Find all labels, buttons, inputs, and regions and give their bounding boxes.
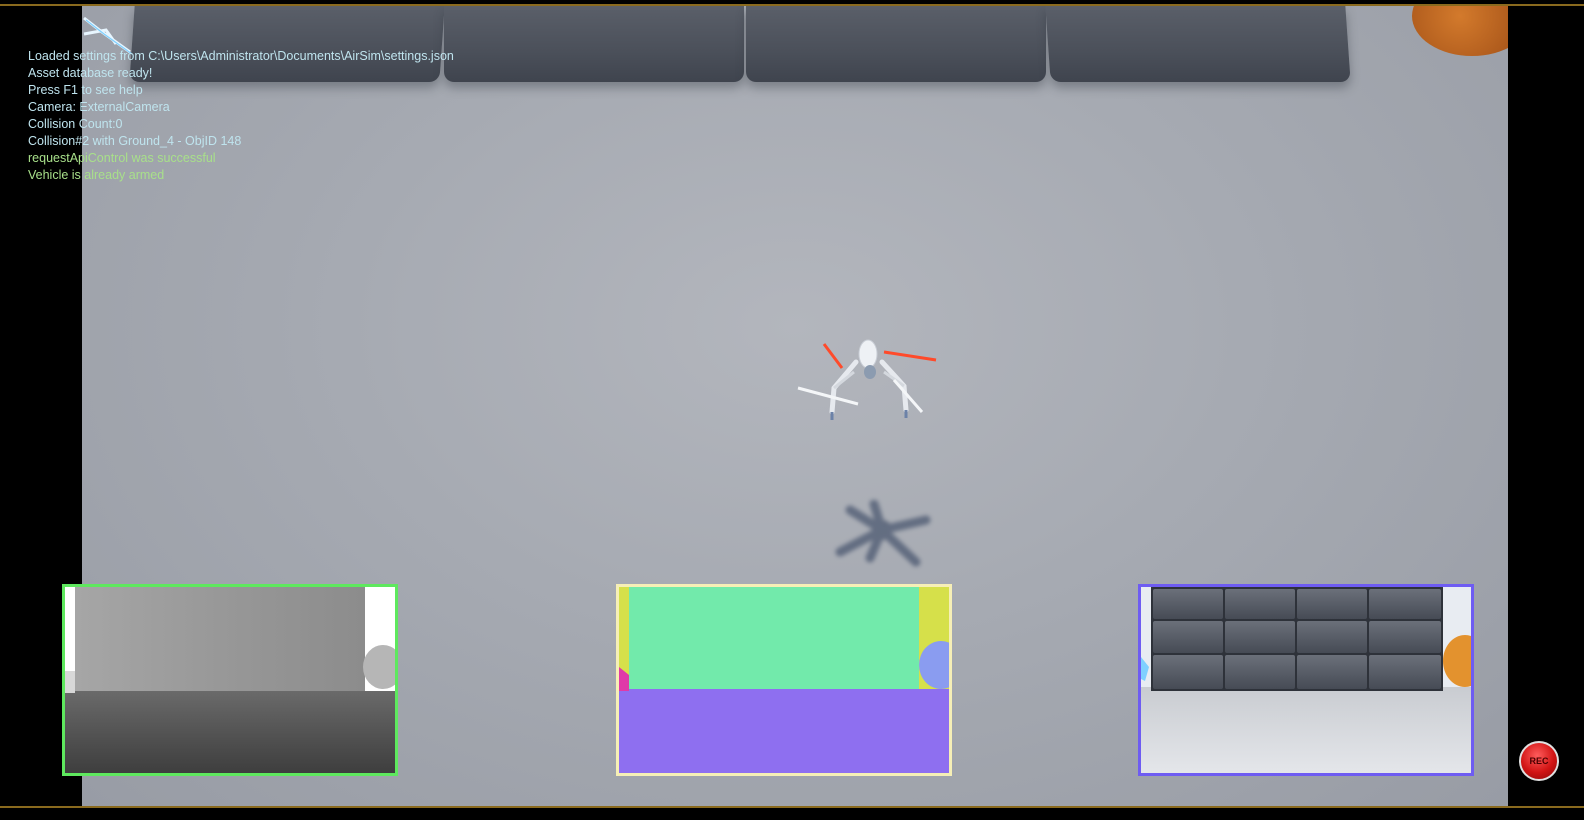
log-line: requestApiControl was successful	[28, 151, 216, 165]
log-line: Collision Count:0	[28, 117, 123, 131]
scene-image	[1141, 587, 1471, 773]
log-line: Press F1 to see help	[28, 83, 143, 97]
segmentation-camera-subwindow[interactable]	[616, 584, 952, 776]
record-button[interactable]: REC	[1519, 741, 1559, 781]
scene-camera-subwindow[interactable]	[1138, 584, 1474, 776]
orange-ball	[1412, 6, 1508, 56]
wall-block	[746, 6, 1046, 82]
log-line: Loaded settings from C:\Users\Administra…	[28, 49, 454, 63]
drone-vehicle	[797, 339, 937, 420]
drone-shadow	[835, 500, 931, 567]
bottom-frame-line	[0, 806, 1584, 808]
depth-image	[65, 587, 395, 773]
log-line: Vehicle is already armed	[28, 168, 165, 182]
record-button-label: REC	[1529, 756, 1549, 766]
log-line: Collision#2 with Ground_4 - ObjID 148	[28, 134, 242, 148]
segmentation-image	[619, 587, 949, 773]
depth-camera-subwindow[interactable]	[62, 584, 398, 776]
log-line: Asset database ready!	[28, 66, 153, 80]
debug-log: Loaded settings from C:\Users\Administra…	[28, 48, 454, 184]
log-line: Camera: ExternalCamera	[28, 100, 170, 114]
wall-block	[1045, 6, 1351, 82]
wall-block	[444, 6, 744, 82]
